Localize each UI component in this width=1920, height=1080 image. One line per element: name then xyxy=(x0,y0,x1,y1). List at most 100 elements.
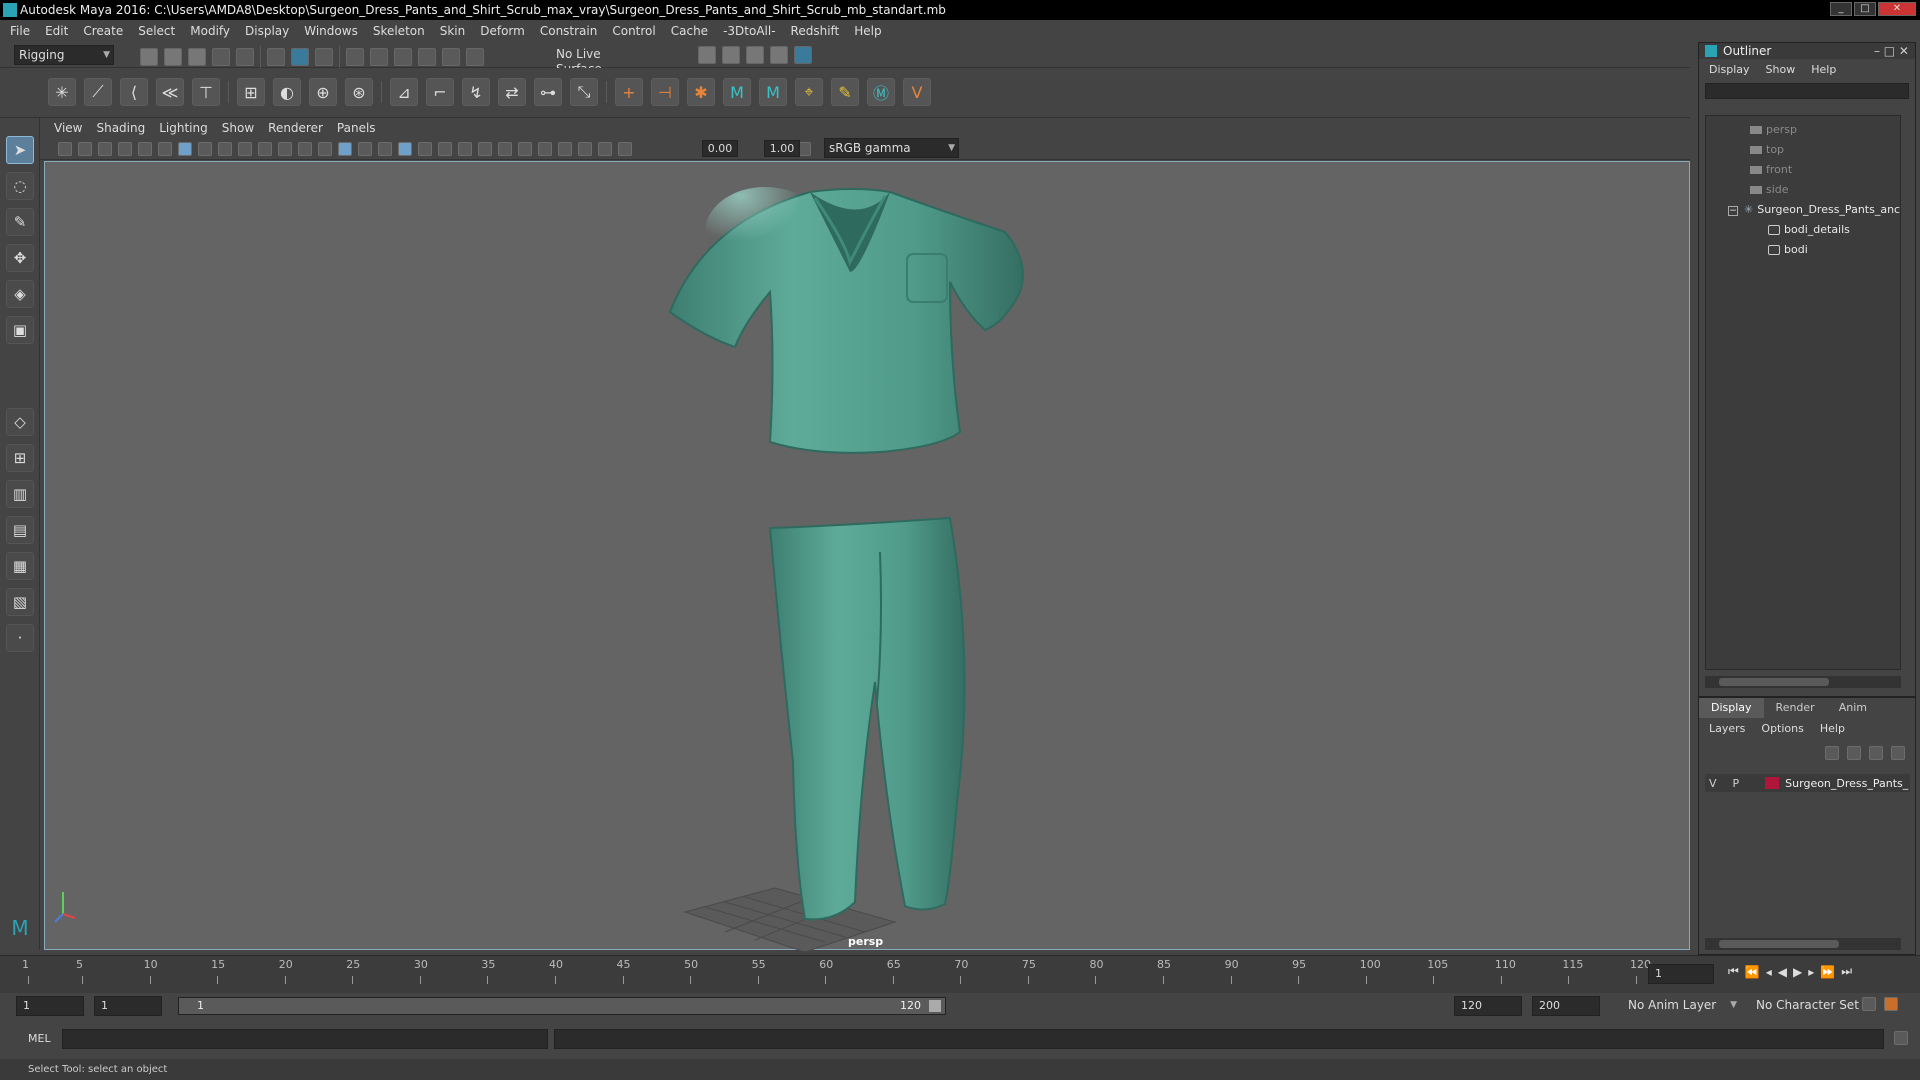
paint-select-icon[interactable]: ✎ xyxy=(6,208,34,236)
outliner-item-top[interactable]: top xyxy=(1750,142,1784,158)
single-perspective-layout-icon[interactable]: ◇ xyxy=(6,408,34,436)
panel-menu-shading[interactable]: Shading xyxy=(96,121,145,135)
menu-redshift[interactable]: Redshift xyxy=(791,24,840,38)
menu-3dtoall[interactable]: -3DtoAll- xyxy=(723,24,775,38)
layer-playback-toggle[interactable]: P xyxy=(1733,777,1740,790)
menu-windows[interactable]: Windows xyxy=(304,24,358,38)
menu-set-dropdown[interactable]: Rigging ▼ xyxy=(14,45,114,65)
outliner-horizontal-scrollbar[interactable] xyxy=(1705,676,1901,688)
snap-curve-icon[interactable] xyxy=(370,48,388,66)
screen-space-ao-icon[interactable] xyxy=(458,142,472,156)
go-to-end-icon[interactable]: ⏭ xyxy=(1841,964,1852,979)
safe-action-icon[interactable] xyxy=(278,142,292,156)
anim-layer-dropdown[interactable]: No Anim Layer ▼ xyxy=(1624,996,1740,1016)
lasso-tool-icon[interactable]: ◌ xyxy=(6,172,34,200)
maya-home-icon[interactable]: M xyxy=(6,914,34,942)
new-layer-icon[interactable] xyxy=(1869,746,1883,760)
persp-outliner-layout-icon[interactable]: ▥ xyxy=(6,480,34,508)
close-button[interactable]: ✕ xyxy=(1878,2,1916,16)
menu-skin[interactable]: Skin xyxy=(440,24,466,38)
persp-hypershade-layout-icon[interactable]: ▦ xyxy=(6,552,34,580)
tab-anim[interactable]: Anim xyxy=(1827,698,1879,718)
outliner-search-field[interactable] xyxy=(1705,83,1909,99)
prune-weights-icon[interactable]: ⤡ xyxy=(570,78,598,106)
layer-menu-help[interactable]: Help xyxy=(1820,722,1845,735)
open-scene-icon[interactable] xyxy=(164,48,182,66)
redo-icon[interactable] xyxy=(236,48,254,66)
command-input[interactable] xyxy=(62,1029,548,1049)
copy-weights-icon[interactable]: ⊶ xyxy=(534,78,562,106)
save-scene-icon[interactable] xyxy=(188,48,206,66)
use-all-lights-icon[interactable] xyxy=(418,142,432,156)
menu-skeleton[interactable]: Skeleton xyxy=(373,24,425,38)
snap-point-icon[interactable] xyxy=(394,48,412,66)
panel-menu-renderer[interactable]: Renderer xyxy=(268,121,323,135)
scroll-thumb[interactable] xyxy=(1719,940,1839,948)
step-forward-frame-icon[interactable]: ▸ xyxy=(1808,965,1814,979)
panel-menu-panels[interactable]: Panels xyxy=(337,121,376,135)
mel-label[interactable]: MEL xyxy=(28,1032,51,1045)
resolution-gate-icon[interactable] xyxy=(218,142,232,156)
auto-key-icon[interactable] xyxy=(1862,997,1876,1011)
move-layer-down-icon[interactable] xyxy=(1847,746,1861,760)
layer-menu-options[interactable]: Options xyxy=(1761,722,1803,735)
backface-culling-icon[interactable] xyxy=(598,142,612,156)
ipr-render-icon[interactable] xyxy=(746,46,764,64)
hik-icon[interactable]: Ⓜ xyxy=(867,78,895,106)
textured-icon[interactable] xyxy=(378,142,392,156)
render-frame-icon[interactable] xyxy=(722,46,740,64)
menu-control[interactable]: Control xyxy=(612,24,655,38)
outliner-tree[interactable]: persp top front side − ✳ Surgeon_Dress_Pan… xyxy=(1705,115,1901,670)
tab-display[interactable]: Display xyxy=(1699,698,1764,718)
move-layer-up-icon[interactable] xyxy=(1825,746,1839,760)
menu-help[interactable]: Help xyxy=(854,24,881,38)
current-frame-field[interactable]: 1 xyxy=(1648,964,1714,984)
anim-preferences-icon[interactable] xyxy=(1884,997,1898,1011)
film-gate-icon[interactable] xyxy=(198,142,212,156)
lattice-icon[interactable]: ⊞ xyxy=(237,78,265,106)
maya-m-alt-icon[interactable]: M xyxy=(759,78,787,106)
wrap-icon[interactable]: ⊕ xyxy=(309,78,337,106)
play-backward-icon[interactable]: ◀ xyxy=(1778,965,1787,979)
field-chart-icon[interactable] xyxy=(258,142,272,156)
viewport-persp[interactable]: persp xyxy=(44,161,1690,953)
sculpt-deformer-icon[interactable]: ⊛ xyxy=(345,78,373,106)
select-camera-icon[interactable] xyxy=(58,142,72,156)
menu-create[interactable]: Create xyxy=(83,24,123,38)
exposure-field[interactable]: 0.00 xyxy=(702,140,738,157)
ik-spline-icon[interactable]: ⟨ xyxy=(120,78,148,106)
persp-graph-layout-icon[interactable]: ▤ xyxy=(6,516,34,544)
panel-menu-view[interactable]: View xyxy=(54,121,82,135)
menu-modify[interactable]: Modify xyxy=(190,24,230,38)
range-handle[interactable] xyxy=(929,1000,941,1012)
layer-name[interactable]: Surgeon_Dress_Pants_ xyxy=(1785,777,1908,790)
scroll-thumb[interactable] xyxy=(1719,678,1829,686)
maximize-button[interactable]: □ xyxy=(1854,2,1876,16)
outliner-window-controls[interactable]: – □ ✕ xyxy=(1874,43,1909,59)
orient-joint-icon[interactable]: ⊤ xyxy=(192,78,220,106)
bookmark-icon[interactable] xyxy=(98,142,112,156)
wireframe-on-shaded-icon[interactable] xyxy=(358,142,372,156)
wireframe-icon[interactable] xyxy=(318,142,332,156)
isolate-select-icon[interactable] xyxy=(538,142,552,156)
outliner-item-bodi-details[interactable]: bodi_details xyxy=(1768,222,1850,238)
color-space-dropdown[interactable]: sRGB gamma ▼ xyxy=(824,138,959,158)
undo-icon[interactable] xyxy=(212,48,230,66)
joint-tool-icon[interactable]: ✳ xyxy=(48,78,76,106)
script-editor-icon[interactable] xyxy=(1894,1031,1908,1045)
menu-cache[interactable]: Cache xyxy=(671,24,708,38)
two-d-pan-zoom-icon[interactable] xyxy=(138,142,152,156)
menu-constrain[interactable]: Constrain xyxy=(540,24,598,38)
character-set-dropdown[interactable]: No Character Set xyxy=(1752,996,1868,1016)
bind-skin-icon[interactable]: ⊿ xyxy=(390,78,418,106)
layout-stack-icon[interactable]: ▧ xyxy=(6,588,34,616)
time-slider[interactable]: 1 5 10 15 20 25 30 35 40 45 50 55 60 65 70 75 80 85 90 95 10… xyxy=(0,955,1920,993)
collapse-icon[interactable]: − xyxy=(1728,206,1738,216)
layer-color-swatch[interactable] xyxy=(1765,777,1780,789)
depth-of-field-icon[interactable] xyxy=(518,142,532,156)
step-back-key-icon[interactable]: ⏪ xyxy=(1745,965,1760,979)
xray-active-icon[interactable] xyxy=(578,142,592,156)
outliner-menu-display[interactable]: Display xyxy=(1709,63,1750,76)
menu-edit[interactable]: Edit xyxy=(45,24,68,38)
outliner-menu-help[interactable]: Help xyxy=(1811,63,1836,76)
